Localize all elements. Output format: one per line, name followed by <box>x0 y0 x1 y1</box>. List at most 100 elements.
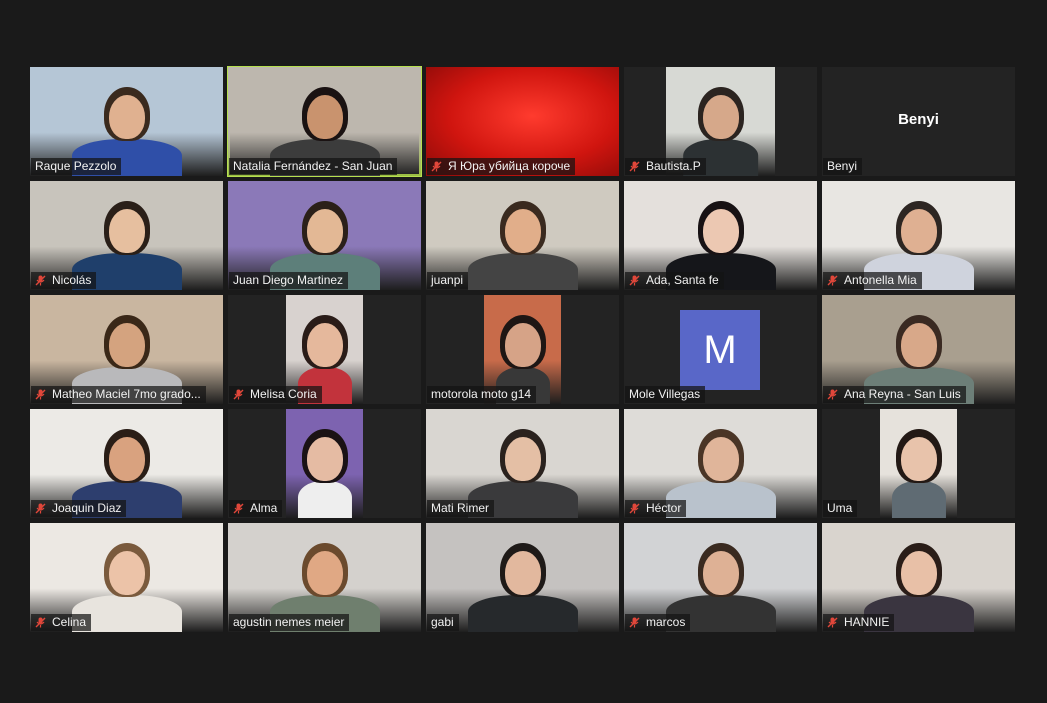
muted-mic-icon <box>233 389 244 400</box>
person-face <box>900 437 937 482</box>
participant-tile[interactable]: Antonella Mia <box>822 181 1015 290</box>
person-body <box>467 594 578 632</box>
muted-mic-icon <box>629 503 640 514</box>
person-face <box>504 209 541 254</box>
participant-name-tag: Я Юра убийца короче <box>427 158 576 175</box>
muted-mic-icon <box>629 275 640 286</box>
participant-name-tag: Alma <box>229 500 283 517</box>
person-face <box>504 437 541 482</box>
participant-tile[interactable]: Joaquin Diaz <box>30 409 223 518</box>
participant-tile[interactable]: Bautista.P <box>624 67 817 176</box>
person-face <box>900 209 937 254</box>
muted-mic-icon <box>35 503 46 514</box>
participant-name-tag: Ana Reyna - San Luis <box>823 386 966 403</box>
participant-tile[interactable]: Nicolás <box>30 181 223 290</box>
person-face <box>108 437 145 482</box>
participant-tile[interactable]: Héctor <box>624 409 817 518</box>
person-face <box>306 551 343 596</box>
participant-name: Я Юра убийца короче <box>448 159 571 173</box>
participant-name: Raque Pezzolo <box>35 159 117 173</box>
participant-name-tag: Bautista.P <box>625 158 706 175</box>
muted-mic-icon <box>827 617 838 628</box>
participant-tile[interactable]: Ada, Santa fe <box>624 181 817 290</box>
participant-name-tag: Uma <box>823 500 858 517</box>
participant-name: Matheo Maciel 7mo grado... <box>52 387 201 401</box>
participant-tile[interactable]: Juan Diego Martinez <box>228 181 421 290</box>
participant-tile[interactable]: Uma <box>822 409 1015 518</box>
participant-tile[interactable]: agustin nemes meier <box>228 523 421 632</box>
participant-name-tag: Joaquin Diaz <box>31 500 127 517</box>
person-face <box>306 209 343 254</box>
participant-name: Bautista.P <box>646 159 701 173</box>
participant-name-tag: Juan Diego Martinez <box>229 272 349 289</box>
muted-mic-icon <box>827 275 838 286</box>
muted-mic-icon <box>629 617 640 628</box>
person-face <box>504 323 541 368</box>
participant-name: Benyi <box>827 159 858 173</box>
participant-tile[interactable]: HANNIE <box>822 523 1015 632</box>
participant-name: Héctor <box>646 501 682 515</box>
person-face <box>108 323 145 368</box>
participant-tile[interactable]: Matheo Maciel 7mo grado... <box>30 295 223 404</box>
muted-mic-icon <box>35 389 46 400</box>
person-body <box>297 480 352 518</box>
participant-name: Antonella Mia <box>844 273 917 287</box>
person-face <box>504 551 541 596</box>
participant-name: Ana Reyna - San Luis <box>844 387 961 401</box>
participant-name-tag: Mati Rimer <box>427 500 495 517</box>
person-face <box>306 437 343 482</box>
participant-name-tag: Benyi <box>823 158 863 175</box>
participant-name-tag: Antonella Mia <box>823 272 922 289</box>
participant-name-tag: Celina <box>31 614 92 631</box>
participant-video <box>879 409 958 518</box>
muted-mic-icon <box>431 161 442 172</box>
participant-tile[interactable]: Melisa Coria <box>228 295 421 404</box>
participant-name: Mati Rimer <box>431 501 490 515</box>
person-face <box>900 551 937 596</box>
participant-tile[interactable]: Benyi Benyi <box>822 67 1015 176</box>
participant-tile[interactable]: Raque Pezzolo <box>30 67 223 176</box>
participant-tile[interactable]: Я Юра убийца короче <box>426 67 619 176</box>
participant-tile[interactable]: M Mole Villegas <box>624 295 817 404</box>
person-body <box>891 480 946 518</box>
person-face <box>702 95 739 140</box>
participant-name-tag: Melisa Coria <box>229 386 322 403</box>
participant-name-tag: marcos <box>625 614 691 631</box>
participant-name: Ada, Santa fe <box>646 273 719 287</box>
person-face <box>702 209 739 254</box>
participant-name: Melisa Coria <box>250 387 317 401</box>
participant-name-tag: agustin nemes meier <box>229 614 350 631</box>
person-face <box>900 323 937 368</box>
participant-name-tag: HANNIE <box>823 614 895 631</box>
person-face <box>306 323 343 368</box>
participant-tile[interactable]: Ana Reyna - San Luis <box>822 295 1015 404</box>
participant-name-tag: Mole Villegas <box>625 386 706 403</box>
person-face <box>306 95 343 140</box>
person-body <box>467 252 578 290</box>
participant-display-name: Benyi <box>898 111 939 128</box>
participant-name-tag: motorola moto g14 <box>427 386 537 403</box>
participant-tile[interactable]: Natalia Fernández - San Juan <box>227 66 422 177</box>
participant-name: Celina <box>52 615 87 629</box>
participant-tile[interactable]: motorola moto g14 <box>426 295 619 404</box>
participant-name-tag: Héctor <box>625 500 687 517</box>
participant-tile[interactable]: gabi <box>426 523 619 632</box>
person-face <box>702 551 739 596</box>
person-face <box>702 437 739 482</box>
participant-name: Juan Diego Martinez <box>233 273 344 287</box>
participant-name: juanpi <box>431 273 464 287</box>
participant-tile[interactable]: Mati Rimer <box>426 409 619 518</box>
person-face <box>108 209 145 254</box>
participant-name-tag: Nicolás <box>31 272 97 289</box>
participant-name-tag: gabi <box>427 614 459 631</box>
muted-mic-icon <box>233 503 244 514</box>
participant-tile[interactable]: marcos <box>624 523 817 632</box>
participant-name: agustin nemes meier <box>233 615 345 629</box>
participant-name: gabi <box>431 615 454 629</box>
participant-tile[interactable]: Alma <box>228 409 421 518</box>
participant-name: motorola moto g14 <box>431 387 532 401</box>
participant-tile[interactable]: juanpi <box>426 181 619 290</box>
participant-video <box>285 409 364 518</box>
person-face <box>108 551 145 596</box>
participant-tile[interactable]: Celina <box>30 523 223 632</box>
